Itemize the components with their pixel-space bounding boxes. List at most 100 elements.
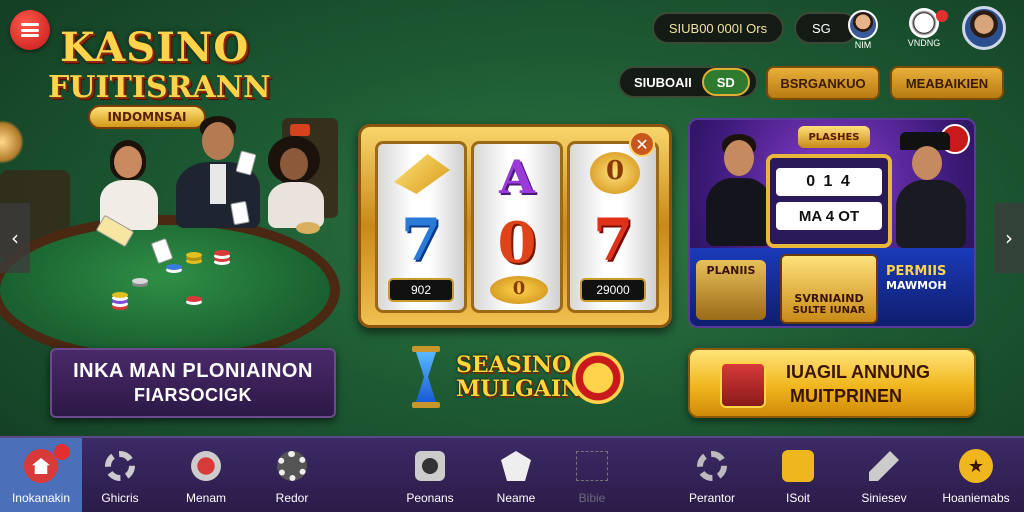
- nav-label: Neame: [496, 491, 536, 505]
- nav-label: Redor: [275, 491, 309, 505]
- close-icon: ✕: [635, 134, 649, 154]
- notification-badge: [54, 444, 70, 460]
- logo-subtitle: FUITISRANN: [48, 70, 271, 105]
- reel-symbol: 7: [400, 206, 442, 274]
- table-felt: [0, 215, 340, 365]
- nav-item-hoaniemabs[interactable]: ★ Hoaniemabs: [930, 438, 1022, 512]
- banner-tile-left: PLANIIS: [696, 260, 766, 320]
- nav-item-siniesev[interactable]: Siniesev: [838, 438, 930, 512]
- nav-item-bibie[interactable]: Bibie: [546, 438, 638, 512]
- coin-icon: 0: [490, 276, 548, 304]
- chip-stack: [112, 292, 128, 298]
- cta-line1: IUAGIL ANNUNG: [786, 362, 930, 382]
- chevron-right-icon: ›: [1005, 226, 1013, 250]
- banner-right-sub: MAWMOH: [886, 279, 947, 292]
- cheese-icon: [394, 154, 450, 194]
- nav-item-menam[interactable]: Menam: [160, 438, 252, 512]
- star-badge-icon: ★: [957, 447, 995, 485]
- mini-slot: 0 1 4 MA 4 OT: [766, 154, 892, 248]
- avatar: [848, 10, 878, 40]
- reel3-display: 29000: [580, 278, 646, 302]
- promo-line2: FIARSOCIGK: [133, 385, 252, 405]
- center-logo-line1: SEASINO: [456, 352, 572, 378]
- nav-label: Siniesev: [861, 491, 907, 505]
- player-woman: [262, 136, 328, 228]
- nav-label: Peonans: [406, 491, 454, 505]
- settings-icon: [273, 447, 311, 485]
- chip-stack: [296, 222, 320, 234]
- mini-slot-row2: MA 4 OT: [776, 202, 882, 230]
- nav-label: Menam: [185, 491, 226, 505]
- mascot-button[interactable]: VNDNG: [904, 8, 948, 48]
- nav-label: Hoaniemabs: [942, 491, 1010, 505]
- search-toggle[interactable]: SD: [701, 68, 750, 96]
- banner-left-caption: PLANIIS: [706, 264, 756, 277]
- host-man-left: [702, 134, 776, 246]
- avatar: [962, 6, 1006, 50]
- banner-tile-right: PERMIIS MAWMOH: [886, 264, 974, 314]
- shield-icon: [497, 447, 535, 485]
- reel-symbol: 7: [592, 206, 634, 274]
- roulette-icon: [572, 352, 624, 404]
- slot-machine[interactable]: 7 902 A 0 0 0 7 29000 ✕: [358, 124, 672, 328]
- mascot-icon: [909, 8, 939, 38]
- carousel-prev-button[interactable]: ‹: [0, 203, 30, 273]
- membership-button[interactable]: MEABAIKIEN: [890, 66, 1004, 100]
- chip-stack: [166, 264, 182, 270]
- chip-stack: [132, 278, 148, 284]
- nav-label: Ghicris: [101, 491, 139, 505]
- chevron-left-icon: ‹: [11, 226, 19, 250]
- chip-stack: [186, 296, 202, 302]
- nav-item-redor[interactable]: Redor: [246, 438, 338, 512]
- nav-item-perantor[interactable]: Perantor: [666, 438, 758, 512]
- promo-banner[interactable]: PLASHES 0 1 4 MA 4 OT PLANIIS SVRNIAIND …: [688, 118, 976, 328]
- profile-small[interactable]: NIM: [846, 10, 880, 50]
- reel-symbol: 0: [497, 210, 537, 276]
- cards-icon: [720, 362, 766, 408]
- cta-line2: MUITPRINEN: [790, 386, 902, 406]
- reel-2: A 0 0: [471, 141, 563, 313]
- mascot-label: VNDNG: [907, 38, 941, 48]
- center-logo: SEASINO MULGAIN: [456, 352, 581, 406]
- profile-small-label: NIM: [854, 40, 872, 50]
- lamp-icon: [0, 120, 24, 164]
- carousel-next-button[interactable]: ›: [994, 203, 1024, 273]
- close-slot-button[interactable]: ✕: [629, 131, 655, 157]
- nav-label: ISoit: [785, 491, 810, 505]
- banner-tile-center: SVRNIAIND SULTE IUNAR: [780, 254, 878, 324]
- promo-line1: INKA MAN PLONIAINON: [73, 360, 313, 382]
- logo-title: KASINO: [60, 24, 250, 71]
- poker-table-scene: [0, 110, 340, 365]
- banner-right-title: PERMIIS: [886, 264, 947, 279]
- nav-item-isoit[interactable]: ISoit: [752, 438, 844, 512]
- mini-slot-row1: 0 1 4: [776, 168, 882, 196]
- banner-center-caption1: SVRNIAIND: [794, 292, 864, 305]
- nav-item-ghicris[interactable]: Ghicris: [74, 438, 166, 512]
- deposit-button[interactable]: BSRGANKUO: [766, 66, 880, 100]
- hourglass-icon: [408, 346, 444, 410]
- balance-text: SIUB00 000I Ors: [668, 20, 768, 36]
- banner-center-caption2: SULTE IUNAR: [792, 305, 866, 316]
- coin-icon: 0: [590, 152, 640, 194]
- cta-button[interactable]: IUAGIL ANNUNG MUITPRINEN: [688, 348, 976, 418]
- pen-icon: [865, 447, 903, 485]
- placeholder-icon: [573, 447, 611, 485]
- cog-icon: [693, 447, 731, 485]
- reel1-display: 902: [388, 278, 454, 302]
- reel-3: 0 7 29000: [567, 141, 659, 313]
- gear-icon: [101, 447, 139, 485]
- bottom-navigation: Inokanakin Ghicris Menam Redor Peonans N…: [0, 436, 1024, 512]
- promo-panel-left[interactable]: INKA MAN PLONIAINON FIARSOCIGK: [50, 348, 336, 418]
- reel-symbol: A: [499, 150, 535, 204]
- chip-stack: [186, 252, 202, 258]
- host-man-right: [890, 132, 970, 248]
- nav-item-peonans[interactable]: Peonans: [384, 438, 476, 512]
- search-pill[interactable]: SIUBOAII SD: [618, 66, 758, 98]
- balance-pill[interactable]: SIUB00 000I Ors: [652, 12, 784, 44]
- nav-label: Perantor: [688, 491, 736, 505]
- banner-badge: PLASHES: [798, 126, 870, 148]
- wallet-icon: [779, 447, 817, 485]
- currency-text: SG: [812, 20, 831, 36]
- nav-label: Inokanakin: [11, 491, 71, 505]
- profile-avatar-button[interactable]: [962, 6, 1006, 50]
